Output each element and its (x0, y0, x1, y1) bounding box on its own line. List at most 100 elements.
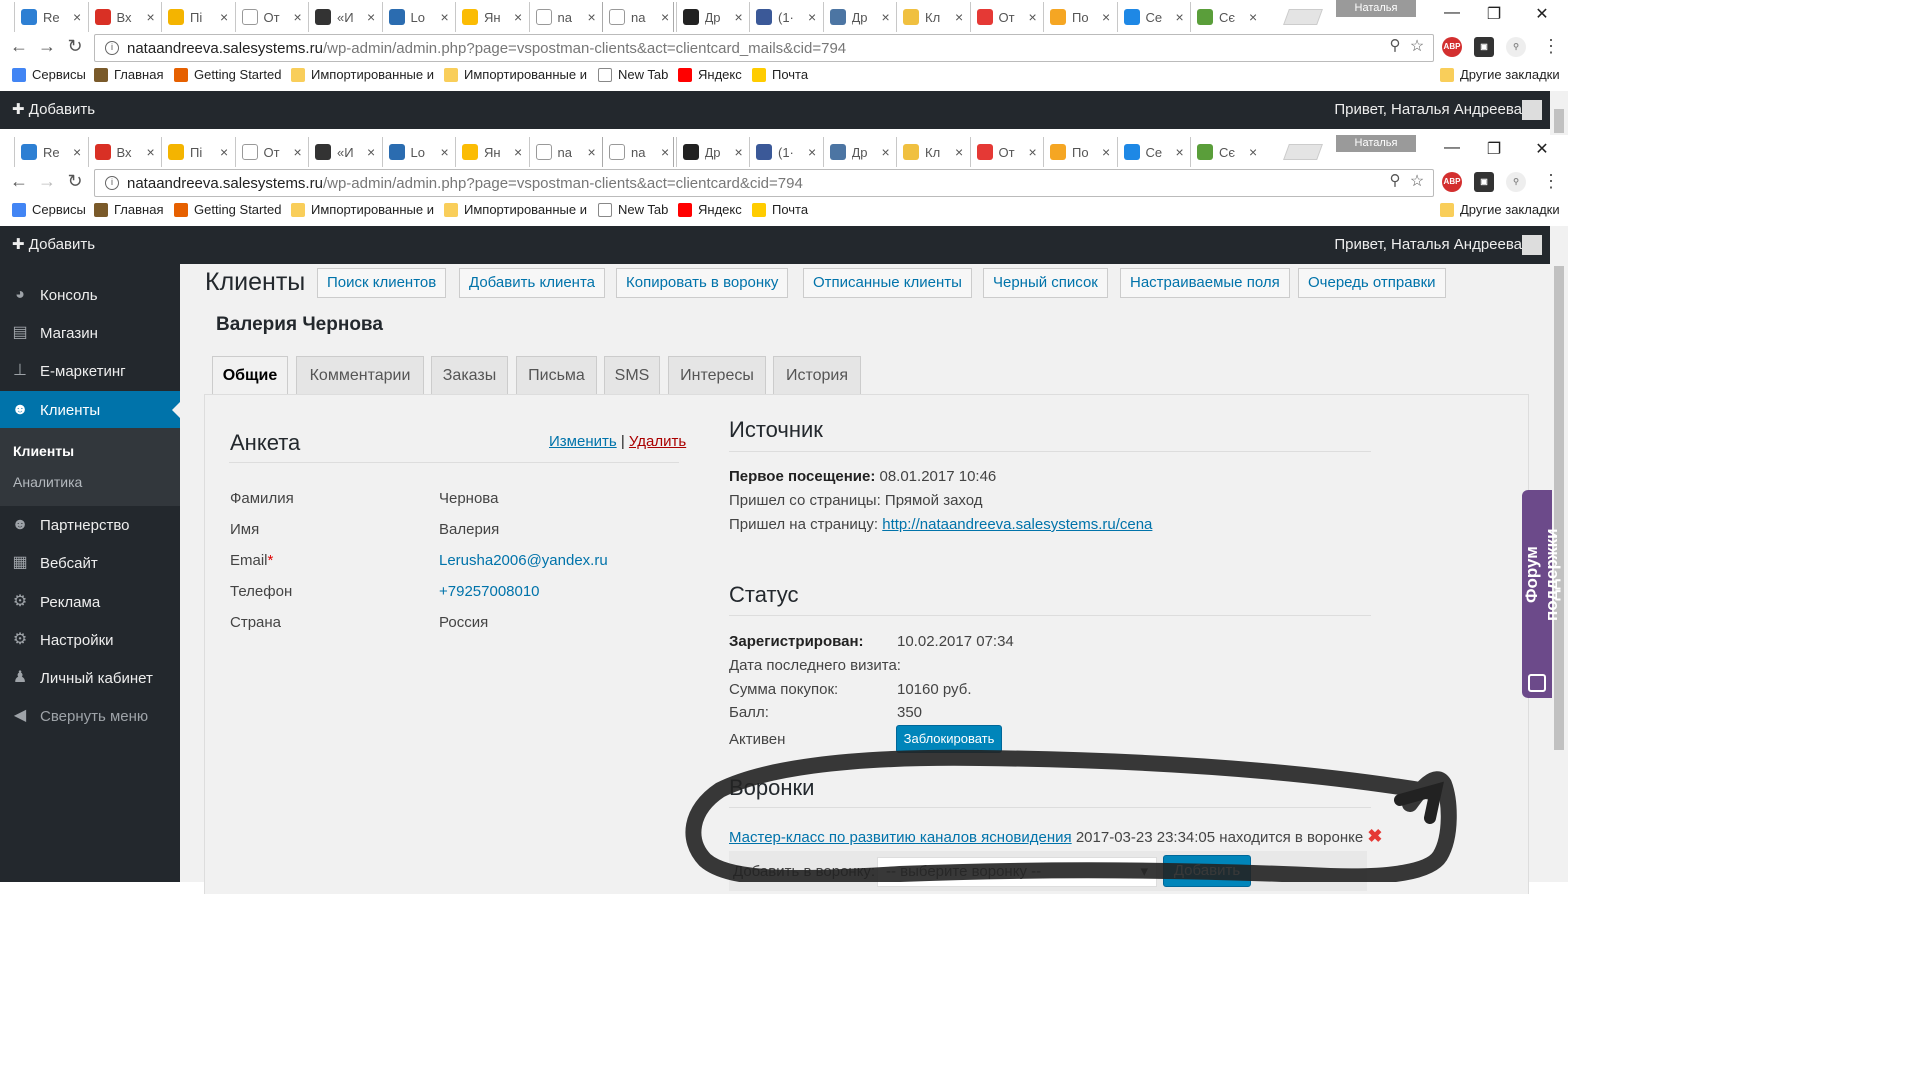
reload-icon[interactable]: ↻ (64, 171, 86, 193)
info-icon[interactable]: i (105, 41, 119, 55)
add-new-button[interactable]: ✚ Добавить (12, 235, 95, 253)
delete-link[interactable]: Удалить (629, 433, 686, 450)
blacklist-button[interactable]: Черный список (983, 268, 1108, 298)
browser-tab[interactable]: na × (602, 137, 674, 167)
zoom-icon[interactable]: ⚲ (1384, 36, 1406, 58)
minimize-icon[interactable]: — (1440, 139, 1464, 161)
new-tab-button[interactable] (1283, 9, 1323, 25)
menu-console[interactable]: ◕ Консоль (0, 276, 180, 314)
bookmark-item[interactable]: New Tab (598, 67, 668, 82)
browser-tab[interactable]: Пі × (161, 137, 233, 167)
bookmark-item[interactable]: Getting Started (174, 67, 281, 82)
menu-website[interactable]: ▦ Вебсайт (0, 544, 180, 582)
browser-tab[interactable]: Lo × (381, 137, 454, 167)
adblock-icon[interactable]: ABP (1442, 172, 1462, 192)
close-icon[interactable]: × (294, 144, 302, 160)
browser-tab[interactable]: Др × (822, 2, 895, 32)
restore-icon[interactable]: ❐ (1482, 4, 1506, 26)
restore-icon[interactable]: ❐ (1482, 139, 1506, 161)
close-icon[interactable]: × (882, 9, 890, 25)
zoom-icon[interactable]: ⚲ (1384, 171, 1406, 193)
browser-tab[interactable]: na × (602, 2, 674, 32)
url-input[interactable]: i nataandreeva.salesystems.ru/wp-admin/a… (94, 34, 1434, 62)
copy-to-funnel-button[interactable]: Копировать в воронку (616, 268, 789, 298)
add-new-button[interactable]: ✚ Добавить (12, 100, 95, 118)
close-icon[interactable]: × (661, 144, 669, 160)
bookmark-item[interactable]: Импортированные и (291, 202, 434, 217)
browser-tab[interactable]: Др × (675, 2, 748, 32)
browser-tab[interactable]: От × (969, 2, 1042, 32)
bookmark-item[interactable]: Главная (94, 202, 163, 217)
browser-tab[interactable]: Се × (1116, 137, 1189, 167)
funnel-select[interactable]: -- выберите воронку -- ▾ (877, 857, 1157, 887)
close-icon[interactable]: × (588, 144, 596, 160)
greeting[interactable]: Привет, Наталья Андреева (1334, 236, 1522, 253)
tab-interests[interactable]: Интересы (668, 356, 766, 394)
browser-tab[interactable]: «И × (308, 137, 380, 167)
browser-tab[interactable]: Др × (675, 137, 748, 167)
close-icon[interactable]: × (735, 9, 743, 25)
browser-tab[interactable]: Др × (822, 137, 895, 167)
submenu-analytics[interactable]: Аналитика (13, 474, 82, 490)
browser-tab[interactable]: (1· × (749, 2, 821, 32)
close-icon[interactable]: × (441, 9, 449, 25)
add-client-button[interactable]: Добавить клиента (459, 268, 605, 298)
close-icon[interactable]: × (441, 144, 449, 160)
extension-icon[interactable]: ⚲ (1506, 172, 1526, 192)
close-window-icon[interactable]: ✕ (1530, 139, 1554, 161)
submenu-clients[interactable]: Клиенты (13, 443, 74, 459)
browser-tab[interactable]: na × (528, 2, 601, 32)
bookmark-item[interactable]: Главная (94, 67, 163, 82)
bookmark-item[interactable]: Яндекс (678, 202, 742, 217)
browser-tab[interactable]: «И × (308, 2, 380, 32)
menu-icon[interactable]: ⋮ (1540, 36, 1562, 58)
profile-button[interactable]: Наталья (1336, 0, 1416, 17)
browser-tab[interactable]: Сє × (1190, 137, 1262, 167)
forward-icon[interactable]: → (36, 36, 58, 58)
browser-tab[interactable]: Се × (1116, 2, 1189, 32)
close-icon[interactable]: × (808, 9, 816, 25)
browser-tab[interactable]: Пі × (161, 2, 233, 32)
bookmark-item[interactable]: Почта (752, 202, 808, 217)
back-icon[interactable]: ← (8, 171, 30, 193)
collapse-menu[interactable]: ◀ Свернуть меню (0, 697, 180, 735)
remove-icon[interactable]: ✖ (1367, 826, 1382, 846)
tab-history[interactable]: История (773, 356, 861, 394)
close-icon[interactable]: × (73, 9, 81, 25)
back-icon[interactable]: ← (8, 36, 30, 58)
close-icon[interactable]: × (1249, 9, 1257, 25)
close-icon[interactable]: × (514, 144, 522, 160)
extension-icon[interactable]: ▣ (1474, 37, 1494, 57)
bookmark-item[interactable]: Импортированные и (444, 202, 587, 217)
to-link[interactable]: http://nataandreeva.salesystems.ru/cena (882, 516, 1152, 533)
menu-settings[interactable]: ⚙ Настройки (0, 621, 180, 659)
close-icon[interactable]: × (1176, 144, 1184, 160)
send-queue-button[interactable]: Очередь отправки (1298, 268, 1446, 298)
star-icon[interactable]: ☆ (1406, 171, 1428, 193)
close-icon[interactable]: × (588, 9, 596, 25)
browser-tab[interactable]: Кл × (896, 137, 968, 167)
tab-comments[interactable]: Комментарии (296, 356, 424, 394)
menu-emarketing[interactable]: ⊥ E-маркетинг (0, 352, 180, 390)
new-tab-button[interactable] (1283, 144, 1323, 160)
tab-sms[interactable]: SMS (604, 356, 660, 394)
reload-icon[interactable]: ↻ (64, 36, 86, 58)
extension-icon[interactable]: ⚲ (1506, 37, 1526, 57)
browser-tab[interactable]: Кл × (896, 2, 968, 32)
browser-tab[interactable]: Ян × (455, 137, 527, 167)
bookmark-item[interactable]: Сервисы (12, 202, 86, 217)
tab-general[interactable]: Общие (212, 356, 288, 396)
close-icon[interactable]: × (955, 9, 963, 25)
browser-tab[interactable]: Re × (14, 137, 86, 167)
browser-tab[interactable]: Re × (14, 2, 86, 32)
edit-link[interactable]: Изменить (549, 433, 617, 450)
avatar[interactable] (1522, 235, 1542, 255)
extension-icon[interactable]: ▣ (1474, 172, 1494, 192)
star-icon[interactable]: ☆ (1406, 36, 1428, 58)
close-window-icon[interactable]: ✕ (1530, 4, 1554, 26)
menu-clients[interactable]: ☻ Клиенты (0, 391, 180, 429)
bookmark-item[interactable]: Яндекс (678, 67, 742, 82)
other-bookmarks[interactable]: Другие закладки (1440, 202, 1560, 217)
search-clients-button[interactable]: Поиск клиентов (317, 268, 447, 298)
browser-tab[interactable]: Вх × (87, 2, 160, 32)
